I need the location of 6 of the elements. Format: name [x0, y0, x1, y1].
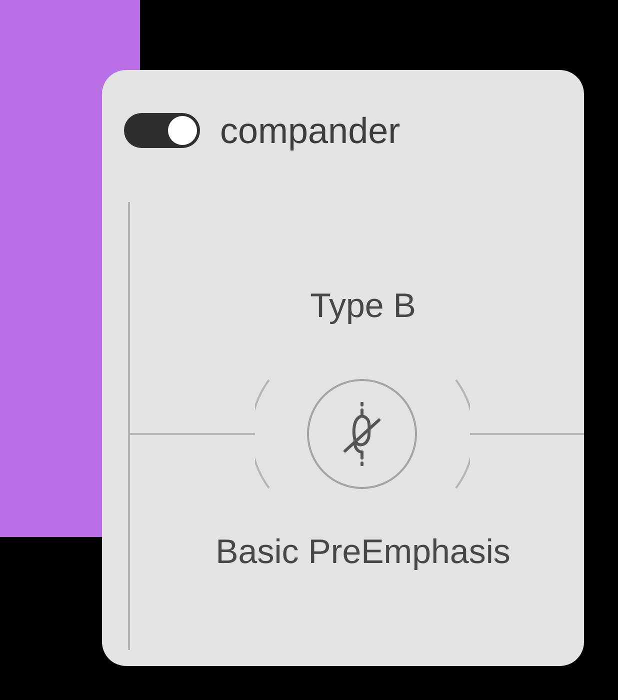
- toggle-switch[interactable]: [124, 113, 200, 148]
- type-label: Type B: [309, 287, 417, 325]
- preset-label: Basic PreEmphasis: [214, 533, 512, 571]
- toggle-label: compander: [220, 110, 400, 150]
- circle-button[interactable]: [307, 379, 417, 489]
- slashed-squiggle-icon: [342, 402, 382, 466]
